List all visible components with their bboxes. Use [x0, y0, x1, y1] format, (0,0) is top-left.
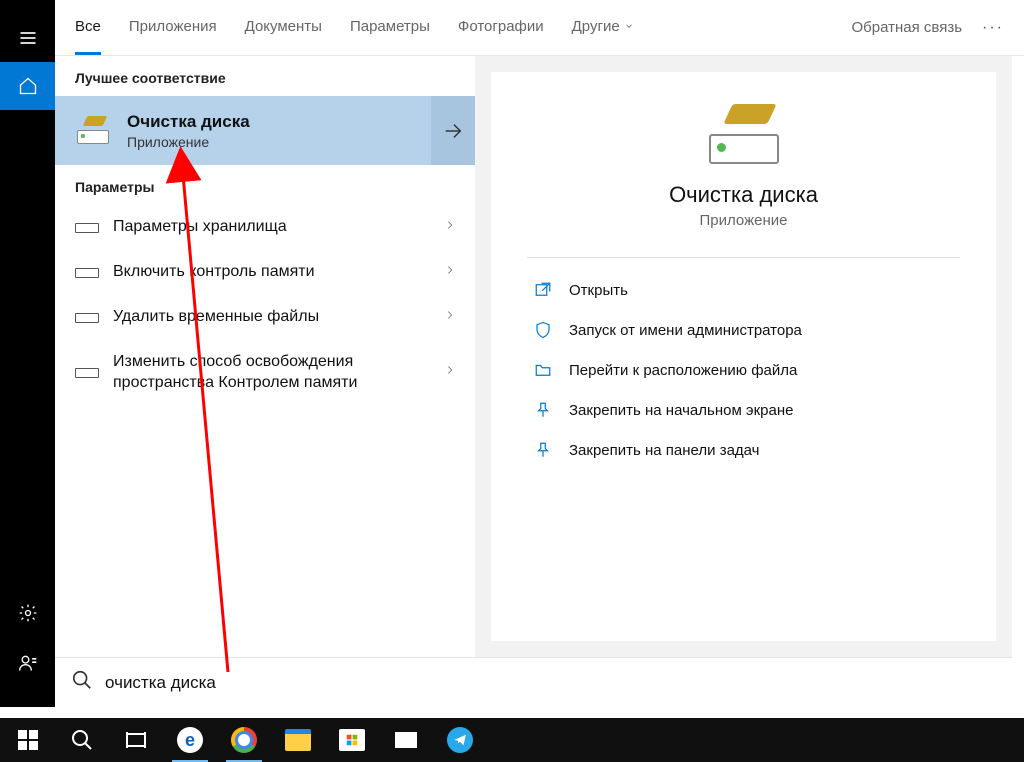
hamburger-button[interactable] — [0, 14, 55, 62]
taskbar-chrome[interactable] — [220, 718, 268, 762]
account-button[interactable] — [0, 639, 55, 687]
store-icon — [339, 729, 365, 751]
preview-title: Очистка диска — [669, 182, 818, 208]
taskbar-search-button[interactable] — [58, 718, 106, 762]
best-match-result[interactable]: Очистка диска Приложение — [55, 96, 475, 165]
preview-panel: Очистка диска Приложение Открыть Запуск … — [491, 72, 996, 641]
taskbar-store[interactable] — [328, 718, 376, 762]
tab-apps[interactable]: Приложения — [129, 0, 217, 55]
telegram-icon — [447, 727, 473, 753]
expand-result-button[interactable] — [431, 96, 475, 165]
settings-button[interactable] — [0, 589, 55, 637]
more-options-button[interactable]: ··· — [982, 19, 1004, 37]
left-rail — [0, 0, 55, 707]
home-button[interactable] — [0, 62, 55, 110]
tab-documents[interactable]: Документы — [245, 0, 322, 55]
action-open[interactable]: Открыть — [527, 270, 960, 310]
taskbar-mail[interactable] — [382, 718, 430, 762]
file-explorer-icon — [285, 729, 311, 751]
storage-icon — [75, 368, 99, 378]
search-input[interactable] — [105, 673, 996, 693]
best-match-title: Очистка диска — [127, 112, 250, 132]
tab-photos[interactable]: Фотографии — [458, 0, 544, 55]
results-column: Лучшее соответствие Очистка диска Прилож… — [55, 56, 475, 657]
action-pin-taskbar[interactable]: Закрепить на панели задач — [527, 430, 960, 470]
pin-icon — [533, 440, 553, 460]
setting-storage[interactable]: Параметры хранилища — [55, 205, 475, 250]
pin-icon — [533, 400, 553, 420]
search-header: Все Приложения Документы Параметры Фотог… — [55, 0, 1024, 56]
open-icon — [533, 280, 553, 300]
settings-header: Параметры — [55, 165, 475, 205]
edge-icon: e — [177, 727, 203, 753]
chevron-down-icon — [624, 21, 634, 31]
chevron-right-icon — [445, 307, 455, 328]
tab-more[interactable]: Другие — [572, 0, 634, 55]
action-pin-start[interactable]: Закрепить на начальном экране — [527, 390, 960, 430]
shield-icon — [533, 320, 553, 340]
action-run-admin[interactable]: Запуск от имени администратора — [527, 310, 960, 350]
taskbar-edge[interactable]: e — [166, 718, 214, 762]
chevron-right-icon — [445, 217, 455, 238]
search-row — [55, 657, 1012, 707]
storage-icon — [75, 313, 99, 323]
folder-icon — [533, 360, 553, 380]
tab-more-label: Другие — [572, 18, 620, 35]
chevron-right-icon — [445, 362, 455, 383]
filter-tabs: Все Приложения Документы Параметры Фотог… — [75, 0, 634, 55]
feedback-link[interactable]: Обратная связь — [852, 19, 963, 36]
task-view-button[interactable] — [112, 718, 160, 762]
taskbar-explorer[interactable] — [274, 718, 322, 762]
action-file-location[interactable]: Перейти к расположению файла — [527, 350, 960, 390]
disk-cleanup-icon — [702, 104, 786, 164]
best-match-header: Лучшее соответствие — [55, 56, 475, 96]
mail-icon — [394, 728, 418, 752]
tab-settings[interactable]: Параметры — [350, 0, 430, 55]
best-match-subtitle: Приложение — [127, 134, 250, 150]
chevron-right-icon — [445, 262, 455, 283]
preview-subtitle: Приложение — [700, 212, 788, 229]
setting-memory-control[interactable]: Включить контроль памяти — [55, 250, 475, 295]
disk-cleanup-icon — [75, 118, 111, 144]
tab-all[interactable]: Все — [75, 0, 101, 55]
chrome-icon — [231, 727, 257, 753]
storage-icon — [75, 268, 99, 278]
start-button[interactable] — [4, 718, 52, 762]
search-body: Лучшее соответствие Очистка диска Прилож… — [55, 56, 1012, 657]
storage-icon — [75, 223, 99, 233]
taskbar-telegram[interactable] — [436, 718, 484, 762]
setting-free-space[interactable]: Изменить способ освобождения пространств… — [55, 340, 475, 406]
taskbar: e — [0, 718, 1024, 762]
setting-delete-temp[interactable]: Удалить временные файлы — [55, 295, 475, 340]
search-icon — [71, 669, 93, 696]
separator — [527, 257, 960, 258]
